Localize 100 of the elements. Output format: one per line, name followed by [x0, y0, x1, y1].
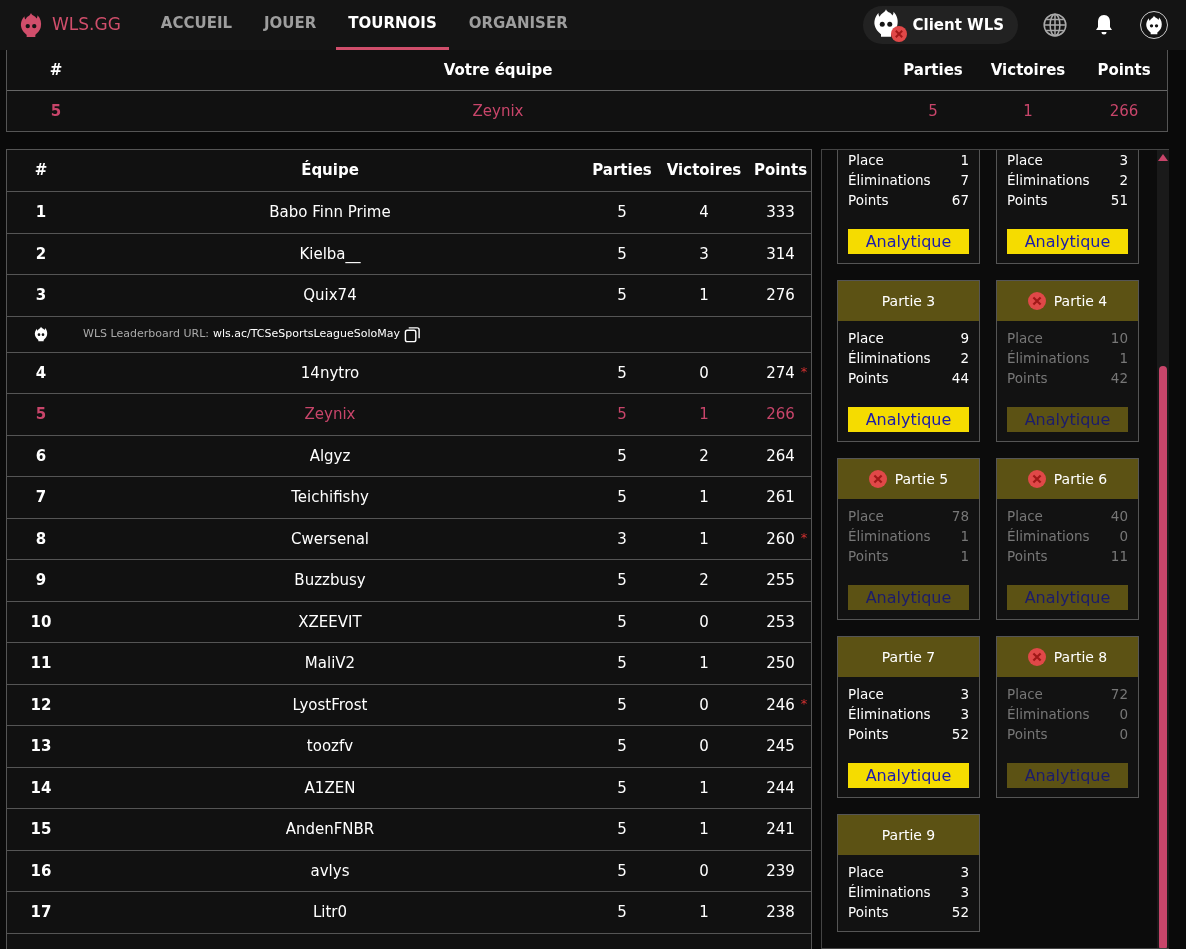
- stat-label: Éliminations: [848, 349, 931, 368]
- column-header: Points: [752, 160, 809, 182]
- logo-icon: [18, 12, 44, 38]
- team-name: Cwersenal: [289, 528, 370, 550]
- points-cell: 274: [766, 363, 795, 382]
- globe-icon[interactable]: [1042, 12, 1068, 38]
- points-cell: 260: [766, 529, 795, 548]
- brand-name[interactable]: WLS.GG: [52, 12, 121, 38]
- stat-value: 0: [1119, 725, 1128, 744]
- points-cell: 333: [766, 203, 795, 221]
- game-title: Partie 9: [881, 825, 936, 845]
- analytics-button[interactable]: Analytique: [848, 407, 969, 432]
- team-name: A1ZEN: [303, 777, 357, 799]
- wins-cell-text: 0: [698, 611, 710, 633]
- points-cell: 245: [766, 737, 795, 755]
- stat-label: Place: [1007, 329, 1043, 348]
- game-title: Partie 5: [894, 469, 949, 489]
- stat-label: Place: [848, 507, 884, 526]
- nav-tab[interactable]: ACCUEIL: [148, 0, 245, 50]
- error-icon: [1027, 292, 1046, 310]
- games-cell-text: 5: [616, 653, 628, 674]
- stat-label: Place: [1007, 685, 1043, 704]
- points-cell: 241: [766, 820, 795, 838]
- analytics-button[interactable]: Analytique: [1007, 229, 1128, 254]
- points-cell: 246: [766, 695, 795, 714]
- rank-cell-text: 14: [29, 777, 53, 799]
- stat-label: Points: [1007, 369, 1048, 388]
- client-button[interactable]: Client WLS: [862, 6, 1018, 44]
- column-header: Victoires: [665, 160, 743, 182]
- team-name: 14nytro: [299, 362, 361, 384]
- stat-value: 52: [951, 903, 969, 922]
- team-name: LyostFrost: [291, 694, 369, 716]
- points-cell: 314: [766, 244, 795, 263]
- nav-tab[interactable]: JOUER: [252, 0, 329, 50]
- stat-value: 3: [960, 883, 969, 902]
- games-cell-text: 5: [616, 445, 628, 467]
- scrollbar-thumb[interactable]: [1159, 366, 1167, 948]
- column-header: Votre équipe: [442, 59, 554, 81]
- game-title: Partie 3: [881, 291, 936, 311]
- games-cell-text: 5: [616, 243, 628, 265]
- games-cell-text: 5: [616, 362, 628, 384]
- rank-cell-text: 3: [34, 285, 48, 306]
- rank-cell-text: 1: [34, 202, 48, 223]
- stat-label: Points: [848, 191, 889, 210]
- scroll-up-icon[interactable]: [1158, 154, 1168, 161]
- team-name: XZEEVIT: [297, 611, 363, 633]
- analytics-button[interactable]: Analytique: [848, 229, 969, 254]
- team-name: Quix74: [302, 285, 358, 306]
- rank-cell-text: 2: [34, 243, 48, 265]
- wins-cell-text: 0: [698, 736, 710, 757]
- games-cell-text: 5: [616, 819, 628, 840]
- analytics-button[interactable]: Analytique: [848, 763, 969, 788]
- team-name: Algyz: [308, 445, 352, 467]
- points-cell: 238: [766, 903, 795, 921]
- stat-label: Éliminations: [1007, 527, 1090, 546]
- column-header: Équipe: [300, 159, 360, 182]
- rank-cell-text: 12: [29, 694, 53, 716]
- stat-label: Éliminations: [1007, 349, 1090, 368]
- stat-label: Points: [1007, 725, 1048, 744]
- scrollbar[interactable]: [1157, 150, 1169, 948]
- stat-value: 2: [960, 349, 969, 368]
- error-icon: [868, 470, 887, 488]
- rank-cell-text: 15: [29, 819, 53, 840]
- stat-label: Place: [1007, 507, 1043, 526]
- stat-value: 3: [960, 705, 969, 724]
- nav-tab[interactable]: ORGANISER: [456, 0, 580, 50]
- stat-label: Points: [1007, 547, 1048, 566]
- stat-value: 52: [951, 725, 969, 744]
- team-name: Kielba__: [298, 243, 362, 265]
- stat-value: 42: [1110, 369, 1128, 388]
- games-cell-text: 5: [616, 404, 628, 425]
- team-name: MaliV2: [303, 653, 357, 674]
- copy-icon[interactable]: [403, 325, 421, 343]
- points-cell: 264: [766, 446, 795, 465]
- stat-value: 10: [1110, 329, 1128, 348]
- leaderboard-url-link[interactable]: wls.ac/TCSeSportsLeagueSoloMay: [213, 325, 400, 343]
- stat-value: 1: [960, 547, 969, 566]
- points-cell: 239: [766, 861, 795, 880]
- column-header: Points: [1096, 59, 1152, 81]
- games-cell-text: 5: [616, 902, 628, 923]
- games-cell-text: 5: [616, 777, 628, 799]
- wins-cell-text: 1: [698, 285, 710, 306]
- rank-cell-text: 5: [34, 404, 48, 425]
- stat-value: 51: [1110, 191, 1128, 210]
- wins-cell-text: 1: [698, 487, 710, 508]
- rank-cell-text: 5: [49, 100, 63, 122]
- stat-label: Éliminations: [848, 171, 931, 190]
- column-header: #: [33, 160, 49, 182]
- games-cell-text: 5: [616, 736, 628, 757]
- game-title: Partie 6: [1053, 469, 1108, 489]
- stat-value: 0: [1119, 705, 1128, 724]
- rank-cell-text: 17: [29, 902, 53, 923]
- rank-cell-text: 6: [34, 445, 48, 467]
- stat-label: Place: [848, 151, 884, 170]
- rank-cell-text: 4: [34, 362, 48, 384]
- points-cell-text: 266: [1108, 100, 1140, 122]
- stat-value: 72: [1110, 685, 1128, 704]
- game-title: Partie 7: [881, 647, 936, 667]
- error-icon: [1027, 648, 1046, 666]
- column-header: Parties: [591, 160, 653, 182]
